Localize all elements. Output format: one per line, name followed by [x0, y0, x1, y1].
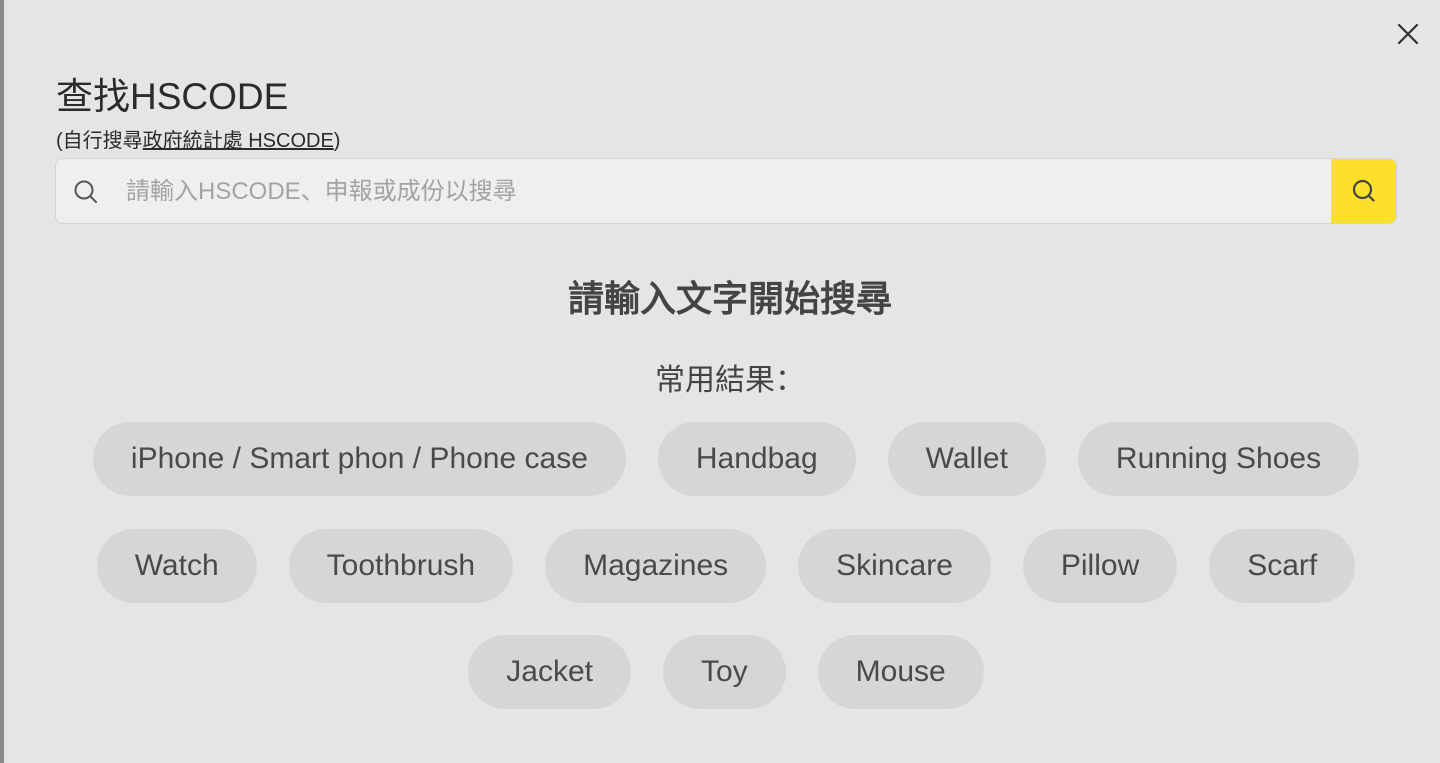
common-result-chip[interactable]: Watch	[96, 529, 257, 603]
common-result-chip[interactable]: Wallet	[887, 422, 1046, 496]
common-result-chip[interactable]: Jacket	[468, 635, 631, 709]
common-results-row: Watch Toothbrush Magazines Skincare Pill…	[70, 529, 1382, 603]
search-input[interactable]	[124, 159, 1328, 223]
search-button[interactable]	[1331, 159, 1396, 223]
common-result-chip[interactable]: Toothbrush	[288, 529, 514, 603]
close-icon	[1397, 23, 1419, 45]
common-results-label: 常用結果：	[655, 364, 805, 397]
subtitle-prefix: (自行搜尋	[56, 130, 143, 152]
common-results-row: Jacket Toy Mouse	[70, 635, 1382, 709]
search-icon	[74, 180, 97, 203]
empty-state-prompt: 請輸入文字開始搜尋	[567, 278, 892, 319]
modal-subtitle: (自行搜尋政府統計處 HSCODE)	[56, 124, 340, 153]
common-result-chip[interactable]: Scarf	[1209, 529, 1356, 603]
close-button[interactable]	[1394, 20, 1422, 48]
common-result-chip[interactable]: Pillow	[1022, 529, 1178, 603]
common-result-chip[interactable]: Handbag	[657, 422, 856, 496]
search-bar	[55, 158, 1397, 224]
census-statistics-hscode-link[interactable]: 政府統計處 HSCODE	[143, 130, 334, 152]
modal-title: 查找HSCODE	[56, 76, 289, 117]
common-result-chip[interactable]: Magazines	[545, 529, 767, 603]
hscode-search-modal: 查找HSCODE (自行搜尋政府統計處 HSCODE) 請輸入文字開始搜尋 常用…	[4, 0, 1440, 763]
common-result-chip[interactable]: Mouse	[817, 635, 984, 709]
common-result-chip[interactable]: Toy	[662, 635, 786, 709]
search-icon	[1352, 179, 1375, 202]
subtitle-suffix: )	[333, 130, 341, 152]
common-result-chip[interactable]: iPhone / Smart phon / Phone case	[92, 422, 626, 496]
common-result-chip[interactable]: Running Shoes	[1077, 422, 1360, 496]
common-result-chip[interactable]: Skincare	[798, 529, 991, 603]
common-results-row: iPhone / Smart phon / Phone case Handbag…	[70, 422, 1382, 496]
